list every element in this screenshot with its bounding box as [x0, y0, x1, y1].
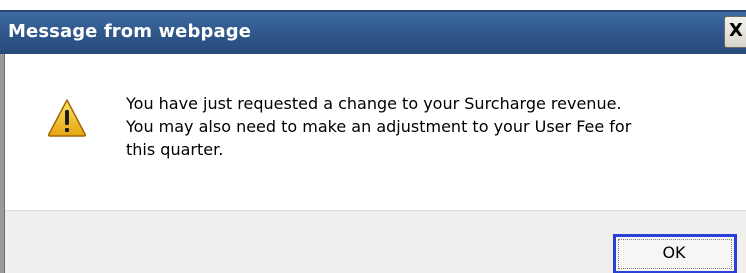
close-button[interactable]: X [724, 16, 746, 48]
dialog-footer: OK [5, 210, 746, 273]
warning-icon [47, 99, 87, 137]
window-top-border [0, 0, 746, 12]
ok-button[interactable]: OK [613, 234, 737, 273]
close-icon: X [729, 20, 743, 41]
dialog-title: Message from webpage [8, 21, 251, 42]
dialog-titlebar[interactable]: Message from webpage X [0, 12, 746, 54]
message-dialog: Message from webpage X You have just req… [0, 0, 746, 273]
ok-button-label: OK [662, 243, 686, 262]
dialog-body: You have just requested a change to your… [5, 54, 746, 210]
dialog-message: You have just requested a change to your… [126, 94, 632, 159]
